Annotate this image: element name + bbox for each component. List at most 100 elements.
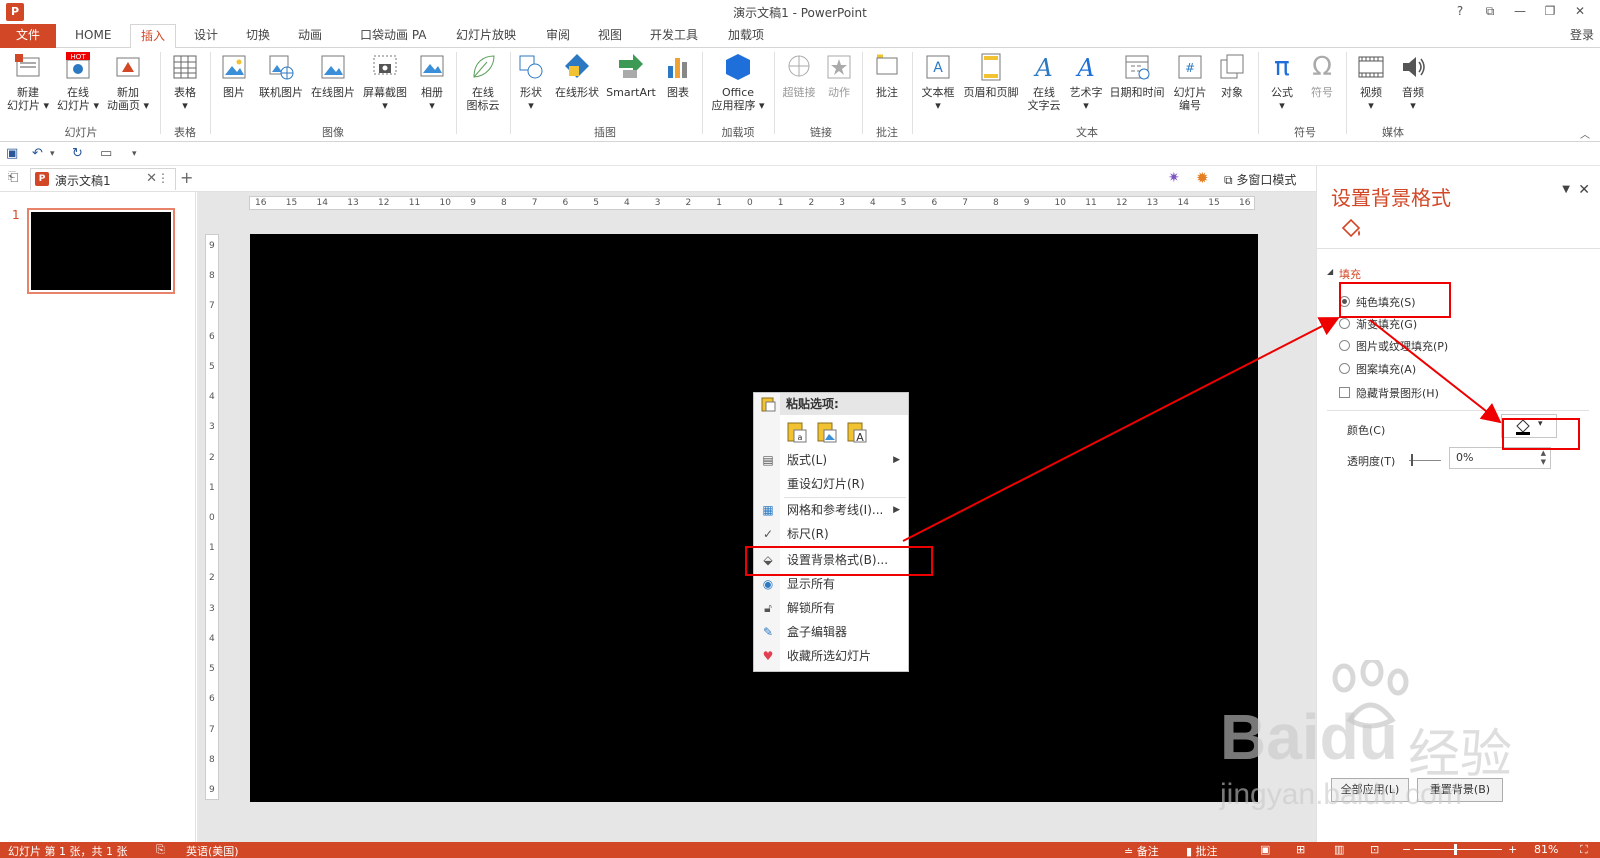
video-button[interactable]: 视频 ▾ — [1352, 52, 1390, 112]
zoom-out-icon[interactable]: − — [1402, 843, 1411, 856]
symbol-button[interactable]: Ω 符号 — [1304, 52, 1340, 99]
online-text-cloud-button[interactable]: A 在线 文字云 — [1024, 52, 1064, 112]
fill-section-header[interactable]: 填充 — [1339, 266, 1361, 282]
picture-button[interactable]: 图片 — [216, 52, 252, 99]
start-slideshow-icon[interactable]: ▭ — [100, 146, 112, 161]
tab-animations[interactable]: 动画 — [288, 24, 332, 48]
slide-number-button[interactable]: # 幻灯片 编号 — [1170, 52, 1210, 112]
online-shapes-button[interactable]: 在线形状 — [552, 52, 602, 99]
slide-sorter-icon[interactable]: ⊞ — [1296, 843, 1305, 856]
language-status[interactable]: 英语(美国) — [186, 843, 239, 858]
transparency-slider-thumb[interactable] — [1411, 454, 1413, 466]
menu-item-box-editor[interactable]: ✎ 盒子编辑器 — [754, 621, 908, 643]
fill-bucket-icon[interactable] — [1337, 218, 1363, 242]
settings-gear-icon[interactable]: ✹ — [1196, 169, 1212, 187]
menu-item-unlock-all[interactable]: 🔓︎ 解锁所有 — [754, 597, 908, 619]
header-footer-button[interactable]: 页眉和页脚 — [960, 52, 1022, 99]
new-anim-page-button[interactable]: 新加 动画页 ▾ — [104, 52, 152, 112]
gradient-fill-option[interactable]: 渐变填充(G) — [1339, 316, 1417, 332]
slide-thumbnail[interactable] — [27, 208, 175, 294]
magic-wand-icon[interactable]: ✷ — [1168, 170, 1184, 186]
chart-button[interactable]: 图表 — [660, 52, 696, 99]
table-button[interactable]: 表格 ▾ — [168, 52, 202, 112]
gradient-fill-radio[interactable] — [1339, 318, 1350, 329]
transparency-input[interactable]: 0% ▲ ▼ — [1449, 447, 1551, 469]
pane-options-icon[interactable]: ▼ — [1562, 184, 1570, 195]
tab-view[interactable]: 视图 — [588, 24, 632, 48]
restore-button[interactable]: ❐ — [1538, 2, 1562, 20]
ribbon-display-button[interactable]: ⧉ — [1478, 2, 1502, 20]
tab-developer[interactable]: 开发工具 — [640, 24, 708, 48]
zoom-slider[interactable] — [1414, 849, 1502, 850]
minimize-button[interactable]: — — [1508, 2, 1532, 20]
smartart-button[interactable]: SmartArt — [604, 52, 658, 99]
comments-button[interactable]: ▮ 批注 — [1186, 843, 1218, 858]
icon-cloud-button[interactable]: 在线 图标云 — [462, 52, 504, 112]
customize-qat-icon[interactable]: ▾ — [132, 149, 137, 159]
shapes-button[interactable]: 形状 ▾ — [514, 52, 548, 112]
new-slide-button[interactable]: 新建 幻灯片 ▾ — [6, 52, 50, 112]
multi-window-button[interactable]: ⧉ 多窗口模式 — [1224, 171, 1296, 188]
menu-item-layout[interactable]: ▤ 版式(L) ▶ — [754, 449, 908, 471]
notes-button[interactable]: ≐ 备注 — [1124, 843, 1159, 858]
picture-fill-option[interactable]: 图片或纹理填充(P) — [1339, 338, 1448, 354]
tab-transitions[interactable]: 切换 — [236, 24, 280, 48]
tab-review[interactable]: 审阅 — [536, 24, 580, 48]
action-button[interactable]: 动作 — [822, 52, 856, 99]
redo-icon[interactable]: ↻ — [72, 146, 83, 161]
collapse-section-icon[interactable]: ◢ — [1327, 267, 1333, 276]
audio-button[interactable]: 音频 ▾ — [1394, 52, 1432, 112]
slideshow-view-icon[interactable]: ⊡ — [1370, 843, 1379, 856]
reading-view-icon[interactable]: ▥ — [1334, 843, 1344, 856]
menu-item-ruler[interactable]: ✓ 标尺(R) — [754, 523, 908, 545]
fit-to-window-icon[interactable]: ⛶ — [1580, 843, 1588, 857]
online-slide-button[interactable]: HOT 在线 幻灯片 ▾ — [54, 52, 102, 112]
hyperlink-button[interactable]: 超链接 — [780, 52, 818, 99]
home-tab-icon[interactable]: ⎗ — [8, 170, 18, 185]
close-tab-icon[interactable]: ✕ — [146, 171, 157, 186]
transparency-slider[interactable] — [1409, 460, 1441, 461]
date-time-button[interactable]: 日期和时间 — [1106, 52, 1168, 99]
screenshot-button[interactable]: 屏幕截图 ▾ — [360, 52, 410, 112]
paste-text-only-icon[interactable]: A — [846, 421, 868, 444]
new-tab-icon[interactable]: + — [180, 168, 193, 187]
zoom-in-icon[interactable]: + — [1508, 843, 1517, 856]
reset-background-button[interactable]: 重置背景(B) — [1417, 778, 1503, 802]
chevron-up-icon[interactable]: ︿ — [1580, 126, 1590, 141]
close-window-button[interactable]: ✕ — [1568, 2, 1592, 20]
hide-background-checkbox[interactable] — [1339, 387, 1350, 398]
pattern-fill-option[interactable]: 图案填充(A) — [1339, 361, 1416, 377]
album-button[interactable]: 相册 ▾ — [414, 52, 450, 112]
menu-item-reset-slide[interactable]: 重设幻灯片(R) — [754, 473, 908, 495]
tab-slideshow[interactable]: 幻灯片放映 — [446, 24, 526, 48]
paste-picture-icon[interactable] — [816, 421, 838, 443]
tab-addins[interactable]: 加载项 — [718, 24, 774, 48]
login-link[interactable]: 登录 — [1570, 26, 1594, 43]
spellcheck-icon[interactable]: ⎘ — [156, 843, 165, 857]
save-icon[interactable]: ▣ — [6, 146, 18, 161]
undo-dropdown-icon[interactable]: ▾ — [50, 149, 55, 159]
online-picture-button[interactable]: 联机图片 — [256, 52, 306, 99]
object-button[interactable]: 对象 — [1212, 52, 1252, 99]
wordart-button[interactable]: A 艺术字 ▾ — [1066, 52, 1106, 112]
undo-icon[interactable]: ↶ — [32, 146, 43, 161]
zoom-slider-thumb[interactable] — [1454, 844, 1457, 855]
picture-fill-radio[interactable] — [1339, 340, 1350, 351]
office-apps-button[interactable]: Office 应用程序 ▾ — [708, 52, 768, 112]
tab-pocket-animation[interactable]: 口袋动画 PA — [350, 24, 437, 48]
menu-item-grid-guides[interactable]: ▦ 网格和参考线(I)... ▶ — [754, 499, 908, 521]
tab-file[interactable]: 文件 — [0, 24, 56, 48]
online-picture2-button[interactable]: 在线图片 — [308, 52, 358, 99]
help-button[interactable]: ? — [1448, 2, 1472, 20]
menu-item-show-all[interactable]: ◉ 显示所有 — [754, 573, 908, 595]
equation-button[interactable]: π 公式 ▾ — [1264, 52, 1300, 112]
tab-insert[interactable]: 插入 — [130, 24, 177, 49]
pane-close-icon[interactable]: ✕ — [1578, 182, 1590, 198]
document-tab[interactable]: P 演示文稿1 ✕ ⋮ — [30, 168, 176, 190]
normal-view-icon[interactable]: ▣ — [1260, 843, 1270, 856]
paste-keep-source-icon[interactable]: a — [786, 421, 808, 443]
more-icon[interactable]: ⋮ — [157, 171, 169, 185]
spinner-icon[interactable]: ▲ ▼ — [1541, 449, 1546, 467]
pattern-fill-radio[interactable] — [1339, 363, 1350, 374]
apply-to-all-button[interactable]: 全部应用(L) — [1331, 778, 1409, 802]
